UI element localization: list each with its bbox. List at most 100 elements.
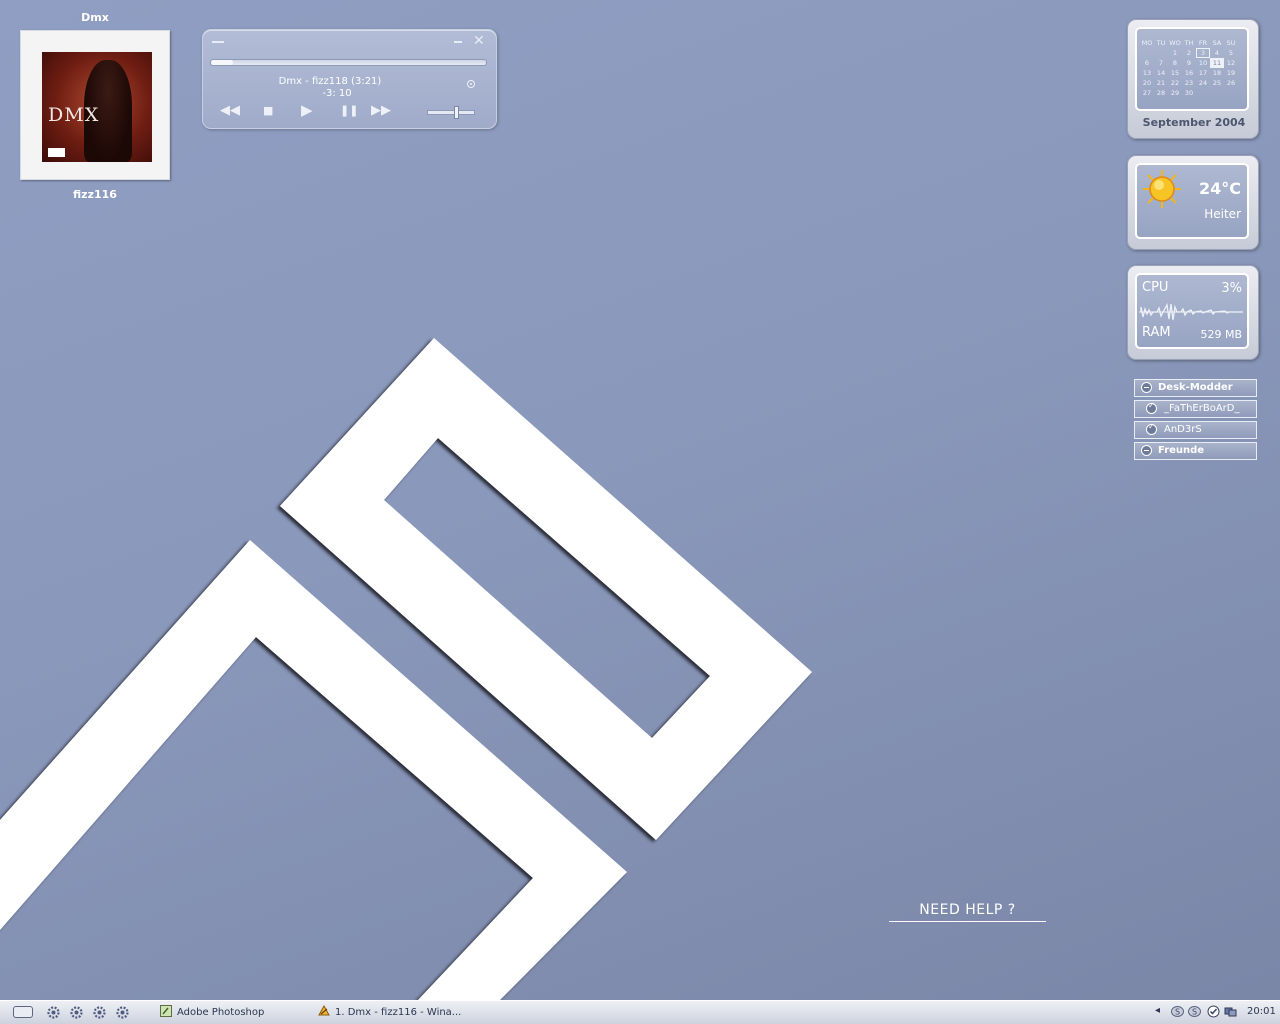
tray-s-icon[interactable]: S: [1171, 1005, 1184, 1018]
calendar-day[interactable]: 9: [1182, 58, 1196, 68]
calendar-day[interactable]: 27: [1140, 88, 1154, 98]
calendar-day[interactable]: 19: [1224, 68, 1238, 78]
parental-advisory-label: [48, 148, 65, 157]
now-playing-track: fizz116: [73, 188, 117, 201]
calendar-day[interactable]: 1: [1168, 48, 1182, 58]
wallpaper: [0, 338, 812, 1000]
album-art-frame[interactable]: DMX: [20, 30, 170, 180]
calendar-day[interactable]: 18: [1210, 68, 1224, 78]
next-button[interactable]: ▶▶: [371, 103, 391, 118]
photoshop-icon: [160, 1005, 172, 1017]
player-seek-bar[interactable]: [210, 59, 487, 66]
calendar-month-label: September 2004: [1142, 116, 1246, 129]
taskbar-clock[interactable]: 20:01: [1247, 1006, 1276, 1017]
system-monitor-widget: CPU 3% RAM 529 MB: [1127, 265, 1259, 360]
player-minimize-button[interactable]: [454, 41, 462, 43]
collapse-icon: [1141, 382, 1152, 393]
player-track-title: Dmx - fizz118 (3:21): [278, 76, 382, 87]
calendar-day[interactable]: 17: [1196, 68, 1210, 78]
taskbar-button-photoshop[interactable]: Adobe Photoshop: [160, 1003, 264, 1023]
taskbar: Adobe Photoshop 1. Dmx - fizz116 - Wina.…: [0, 1000, 1280, 1024]
calendar-day[interactable]: 20: [1140, 78, 1154, 88]
calendar-day[interactable]: 24: [1196, 78, 1210, 88]
quick-launch-gear-icon[interactable]: [115, 1005, 130, 1020]
start-button[interactable]: [13, 1006, 33, 1018]
contact-group-desk-modder[interactable]: Desk-Modder: [1134, 379, 1257, 397]
weather-panel: 24°C Heiter: [1135, 163, 1249, 239]
calendar-week-row: 6 7 8 9 10 11 12: [1140, 58, 1248, 68]
calendar-panel: MO TU WO TH FR SA SU 1 2 3 4 5 6 7 8 9 10 11 12 13 14 15 16 17…: [1135, 27, 1249, 111]
calendar-day[interactable]: 21: [1154, 78, 1168, 88]
calendar-day[interactable]: 5: [1224, 48, 1238, 58]
album-cover: DMX: [42, 52, 152, 162]
contact-label: _FaThErBoArD_: [1164, 403, 1240, 414]
system-monitor-panel: CPU 3% RAM 529 MB: [1135, 273, 1249, 349]
calendar-day[interactable]: 29: [1168, 88, 1182, 98]
svg-text:S: S: [1175, 1008, 1180, 1017]
contact-fatherboard[interactable]: _FaThErBoArD_: [1134, 400, 1257, 418]
stop-button[interactable]: ■: [263, 104, 273, 117]
contact-anders[interactable]: AnD3rS: [1134, 421, 1257, 439]
quick-launch-gear-icon[interactable]: [69, 1005, 84, 1020]
player-menu-button[interactable]: [212, 41, 224, 43]
calendar-day[interactable]: 14: [1154, 68, 1168, 78]
tray-expand-arrow[interactable]: ◂: [1155, 1005, 1160, 1016]
cpu-label: CPU: [1142, 280, 1169, 295]
calendar-week-row: 13 14 15 16 17 18 19: [1140, 68, 1248, 78]
calendar-day[interactable]: 13: [1140, 68, 1154, 78]
player-options-button[interactable]: [467, 80, 475, 88]
volume-slider-knob[interactable]: [453, 106, 459, 119]
calendar-day[interactable]: 28: [1154, 88, 1168, 98]
player-close-button[interactable]: ✕: [473, 33, 485, 49]
collapse-icon: [1141, 445, 1152, 456]
quick-launch-gear-icon[interactable]: [46, 1005, 61, 1020]
calendar-day[interactable]: 6: [1140, 58, 1154, 68]
taskbar-button-winamp[interactable]: 1. Dmx - fizz116 - Wina...: [318, 1003, 461, 1023]
media-player: ✕ Dmx - fizz118 (3:21) -3: 10 ◀◀ ■ ▶ ❚❚ …: [202, 29, 497, 129]
calendar-weekday-su: SU: [1226, 39, 1236, 47]
calendar-day[interactable]: 16: [1182, 68, 1196, 78]
quick-launch-gear-icon[interactable]: [92, 1005, 107, 1020]
wallpaper-shape-top: [280, 338, 812, 840]
calendar-widget: MO TU WO TH FR SA SU 1 2 3 4 5 6 7 8 9 10 11 12 13 14 15 16 17…: [1127, 19, 1259, 139]
calendar-day[interactable]: 4: [1210, 48, 1224, 58]
calendar-weekday-fr: FR: [1198, 39, 1208, 47]
calendar-day[interactable]: 12: [1224, 58, 1238, 68]
pause-button[interactable]: ❚❚: [340, 104, 358, 117]
calendar-day[interactable]: 22: [1168, 78, 1182, 88]
weather-widget: 24°C Heiter: [1127, 155, 1259, 250]
calendar-day[interactable]: 8: [1168, 58, 1182, 68]
cpu-value: 3%: [1221, 281, 1242, 296]
album-cover-title: DMX: [48, 104, 100, 126]
play-button[interactable]: ▶: [301, 101, 313, 119]
calendar-week-row: 12345: [1140, 48, 1248, 58]
contact-group-freunde[interactable]: Freunde: [1134, 442, 1257, 460]
volume-slider[interactable]: [427, 106, 475, 119]
calendar-week-row: 20 21 22 23 24 25 26: [1140, 78, 1248, 88]
calendar-day[interactable]: 10: [1196, 58, 1210, 68]
calendar-day[interactable]: 25: [1210, 78, 1224, 88]
tray-check-icon[interactable]: [1207, 1005, 1220, 1018]
calendar-day[interactable]: 23: [1182, 78, 1196, 88]
need-help-link[interactable]: NEED HELP ?: [889, 902, 1046, 922]
calendar-day[interactable]: 11: [1210, 58, 1224, 68]
weather-temperature: 24°C: [1198, 179, 1241, 198]
tray-network-icon[interactable]: [1224, 1005, 1237, 1018]
calendar-grid: MO TU WO TH FR SA SU 1 2 3 4 5 6 7 8 9 10 11 12 13 14 15 16 17…: [1140, 38, 1248, 98]
winamp-icon: [318, 1005, 330, 1016]
calendar-weekday-th: TH: [1184, 39, 1194, 47]
calendar-day[interactable]: 30: [1182, 88, 1196, 98]
calendar-day[interactable]: 26: [1224, 78, 1238, 88]
calendar-day[interactable]: 7: [1154, 58, 1168, 68]
calendar-day[interactable]: 15: [1168, 68, 1182, 78]
previous-button[interactable]: ◀◀: [220, 103, 240, 118]
calendar-day[interactable]: 3: [1196, 48, 1210, 58]
contact-label: Desk-Modder: [1158, 382, 1233, 393]
calendar-empty-cell: [1210, 88, 1224, 98]
sun-icon: [1143, 170, 1181, 208]
calendar-day[interactable]: 2: [1182, 48, 1196, 58]
taskbar-button-label: 1. Dmx - fizz116 - Wina...: [335, 1007, 462, 1018]
calendar-empty-cell: [1154, 48, 1168, 58]
wallpaper-shape-bottom: [0, 540, 627, 1000]
tray-s-icon[interactable]: S: [1188, 1005, 1201, 1018]
